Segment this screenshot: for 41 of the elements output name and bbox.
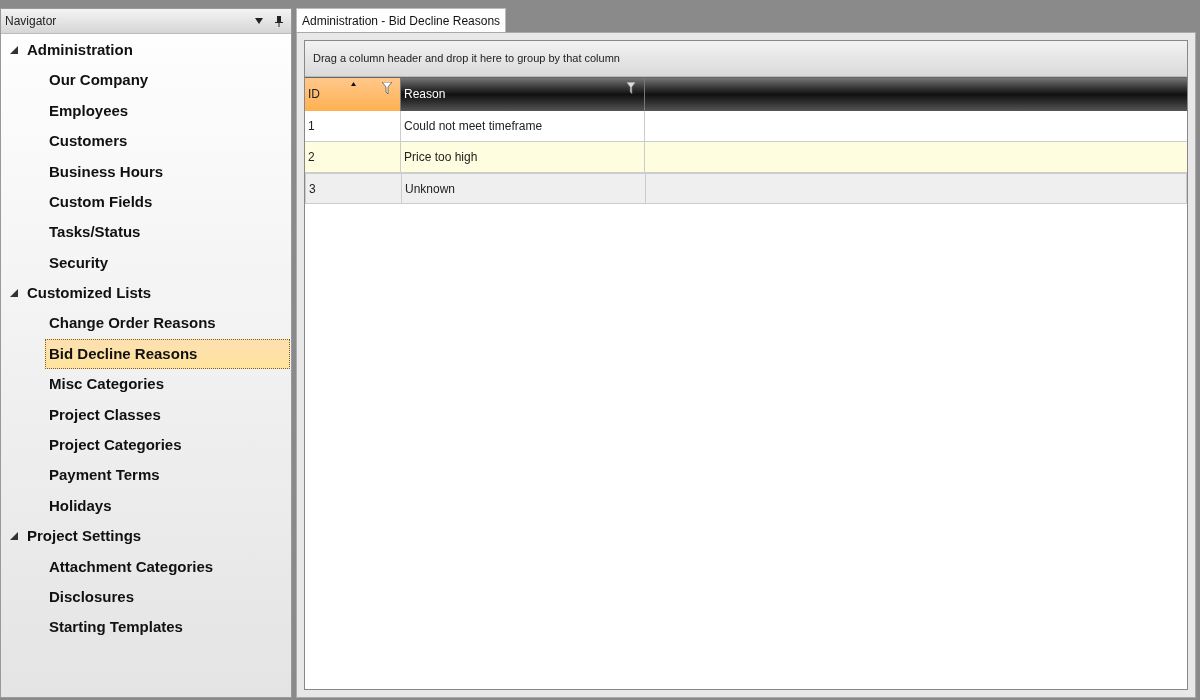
tree-item[interactable]: Disclosures: [45, 582, 290, 613]
tree-item[interactable]: Project Classes: [45, 399, 290, 430]
table-cell: 3: [306, 174, 402, 203]
panel-title: Navigator: [5, 13, 58, 30]
grid-row[interactable]: 1 Could not meet timeframe: [305, 111, 1187, 142]
table-cell: 1: [305, 111, 401, 141]
tree-item[interactable]: Bid Decline Reasons: [45, 339, 290, 370]
tree-item[interactable]: Our Company: [45, 65, 290, 96]
tree-item[interactable]: Attachment Categories: [45, 551, 290, 582]
column-header[interactable]: ID: [305, 78, 401, 111]
tree-item[interactable]: Starting Templates: [45, 612, 290, 643]
column-header[interactable]: Reason: [401, 78, 645, 111]
tree-item[interactable]: Security: [45, 247, 290, 278]
expanded-triangle-icon[interactable]: [9, 288, 19, 299]
expanded-triangle-icon[interactable]: [9, 45, 19, 56]
table-cell: 2: [305, 142, 401, 172]
sort-ascending-icon: [351, 82, 356, 86]
tree-item[interactable]: Customers: [45, 126, 290, 157]
dropdown-icon[interactable]: [255, 18, 263, 24]
expanded-triangle-icon[interactable]: [9, 531, 19, 542]
grid-row[interactable]: 3 Unknown: [305, 173, 1187, 204]
table-cell: Could not meet timeframe: [401, 111, 645, 141]
document-tab[interactable]: Administration - Bid Decline Reasons: [296, 8, 507, 32]
filter-icon[interactable]: [626, 82, 636, 94]
tree-item[interactable]: Change Order Reasons: [45, 308, 290, 339]
tree-item[interactable]: Business Hours: [45, 156, 290, 187]
tree-item[interactable]: Custom Fields: [45, 187, 290, 218]
tree-item[interactable]: Misc Categories: [45, 369, 290, 400]
tree-item[interactable]: Holidays: [45, 491, 290, 522]
tree-group[interactable]: Administration: [1, 35, 291, 66]
group-panel-hint: Drag a column header and drop it here to group by that column: [313, 51, 620, 67]
tree-group[interactable]: Project Settings: [1, 521, 291, 552]
tree-group[interactable]: Customized Lists: [1, 278, 291, 309]
tree-item[interactable]: Tasks/Status: [45, 217, 290, 248]
table-cell: Unknown: [402, 174, 646, 203]
tree-item[interactable]: Project Categories: [45, 430, 290, 461]
pin-icon[interactable]: [275, 15, 283, 27]
grid-row[interactable]: 2 Price too high: [305, 142, 1187, 173]
tree-item[interactable]: Payment Terms: [45, 460, 290, 491]
table-cell: Price too high: [401, 142, 645, 172]
tree-item[interactable]: Employees: [45, 95, 290, 126]
